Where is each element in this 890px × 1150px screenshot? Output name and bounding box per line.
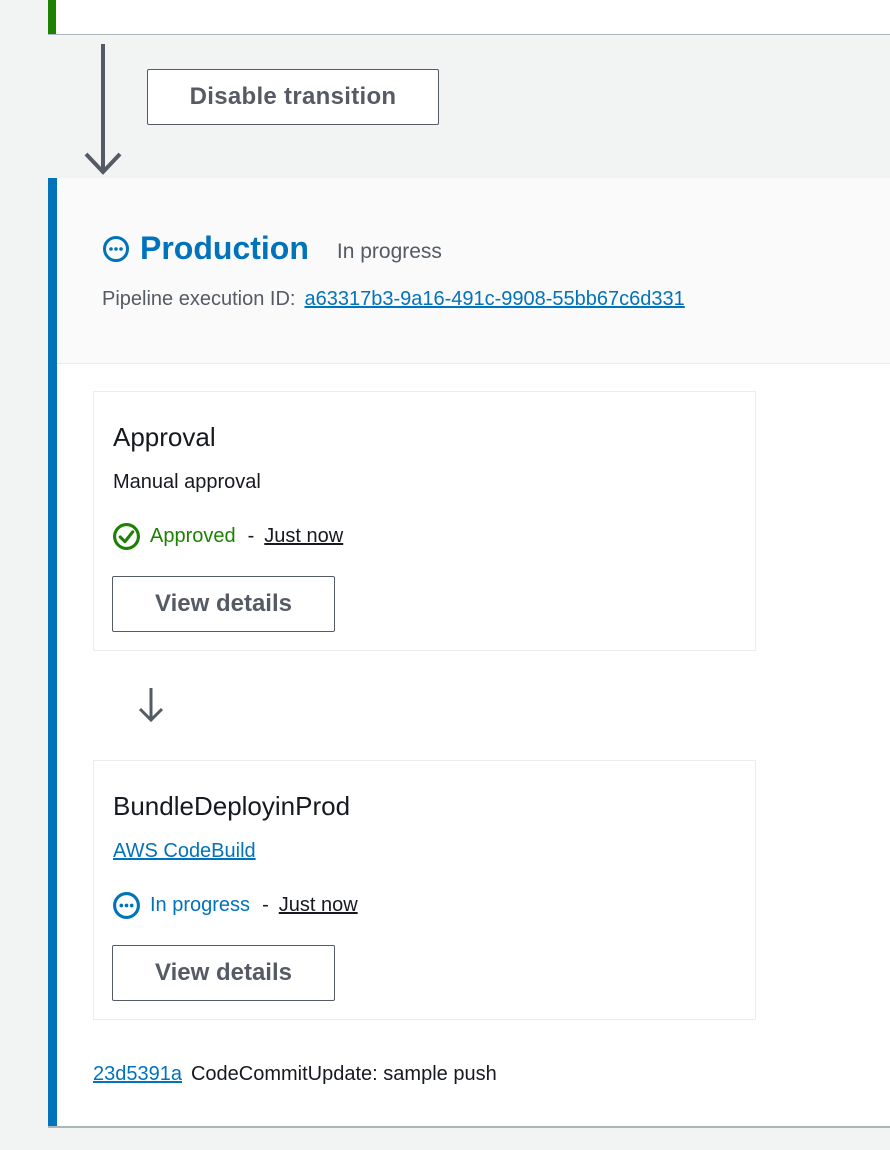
action-provider-link[interactable]: AWS CodeBuild bbox=[113, 840, 256, 863]
transition-arrow-icon bbox=[84, 44, 122, 175]
production-stage: Production In progress Pipeline executio… bbox=[48, 178, 890, 1128]
action-name: Approval bbox=[113, 422, 216, 452]
disable-transition-button[interactable]: Disable transition bbox=[147, 69, 439, 125]
action-card-approval: Approval Manual approval Approved - Just… bbox=[93, 391, 756, 651]
action-status: In progress - Just now bbox=[112, 891, 358, 920]
stage-header: Production In progress Pipeline executio… bbox=[57, 178, 890, 364]
stage-status: In progress bbox=[336, 239, 442, 263]
check-circle-icon bbox=[113, 523, 140, 550]
previous-stage-card bbox=[48, 0, 890, 35]
stage-title: Production bbox=[140, 230, 309, 266]
status-separator: - bbox=[262, 894, 269, 916]
source-commit-row: 23d5391a CodeCommitUpdate: sample push bbox=[93, 1063, 497, 1086]
commit-id-link[interactable]: 23d5391a bbox=[93, 1063, 182, 1086]
status-text: Approved bbox=[150, 525, 236, 547]
view-details-button[interactable]: View details bbox=[112, 945, 335, 1001]
in-progress-icon bbox=[113, 892, 140, 919]
stage-status-bar bbox=[48, 178, 57, 1126]
action-provider: Manual approval bbox=[113, 471, 261, 493]
status-text: In progress bbox=[150, 894, 251, 916]
commit-message: CodeCommitUpdate: sample push bbox=[190, 1063, 497, 1085]
status-separator: - bbox=[247, 525, 255, 547]
view-details-button[interactable]: View details bbox=[112, 576, 335, 632]
status-time-link[interactable]: Just now bbox=[264, 525, 343, 548]
action-name: BundleDeployinProd bbox=[113, 791, 351, 821]
in-progress-icon bbox=[103, 235, 129, 262]
stage-status-bar bbox=[48, 0, 56, 34]
status-time-link[interactable]: Just now bbox=[279, 894, 358, 917]
action-arrow-icon bbox=[138, 688, 164, 723]
execution-id-label: Pipeline execution ID: bbox=[102, 288, 296, 310]
execution-id-row: Pipeline execution ID: a63317b3-9a16-491… bbox=[102, 288, 685, 311]
action-card-bundle-deploy: BundleDeployinProd AWS CodeBuild In prog… bbox=[93, 760, 756, 1020]
action-status: Approved - Just now bbox=[112, 522, 343, 551]
execution-id-link[interactable]: a63317b3-9a16-491c-9908-55bb67c6d331 bbox=[304, 288, 684, 311]
